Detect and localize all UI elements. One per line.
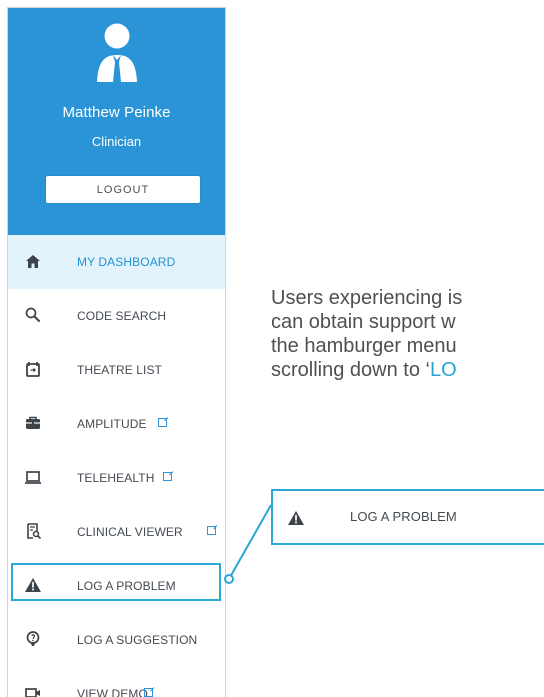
search-icon [25, 307, 40, 322]
sidebar-item-clinical-viewer[interactable]: CLINICAL VIEWER [8, 505, 225, 559]
sidebar-item-amplitude[interactable]: AMPLITUDE [8, 397, 225, 451]
user-name: Matthew Peinke [62, 104, 171, 121]
sidebar-item-label: LOG A SUGGESTION [77, 633, 198, 647]
sidebar-item-label: MY DASHBOARD [77, 255, 176, 269]
user-role: Clinician [91, 134, 142, 149]
sidebar-item-label: TELEHEALTH [77, 471, 155, 485]
instruction-line: Users experiencing is [271, 287, 463, 309]
external-link-icon [144, 688, 153, 697]
sidebar-item-log-suggestion[interactable]: LOG A SUGGESTION [8, 613, 225, 667]
log-problem-callout[interactable]: LOG A PROBLEM [271, 489, 544, 545]
warning-icon [288, 511, 304, 525]
profile-header: Matthew Peinke Clinician LOGOUT [8, 8, 225, 235]
sidebar-item-view-demo[interactable]: VIEW DEMO [8, 667, 225, 697]
home-icon [26, 255, 40, 268]
video-camera-icon [25, 688, 40, 697]
external-link-icon [158, 418, 167, 427]
instruction-line: can obtain support w [271, 311, 456, 333]
log-problem-link[interactable]: LO [430, 359, 457, 381]
user-avatar-icon [96, 23, 137, 82]
calendar-icon [26, 362, 40, 377]
sidebar-item-label: CODE SEARCH [77, 309, 167, 323]
external-link-icon [207, 526, 216, 535]
callout-label: LOG A PROBLEM [350, 509, 457, 524]
log-problem-highlight [11, 563, 221, 601]
help-screenshot: Matthew Peinke Clinician LOGOUT MY DASHB… [0, 0, 544, 697]
logout-button[interactable]: LOGOUT [46, 176, 200, 203]
sidebar-item-label: CLINICAL VIEWER [77, 525, 183, 539]
sidebar-item-label: VIEW DEMO [77, 687, 148, 697]
laptop-icon [25, 471, 41, 484]
sidebar-item-theatre-list[interactable]: THEATRE LIST [8, 343, 225, 397]
support-instructions: Users experiencing is can obtain support… [271, 286, 544, 396]
lightbulb-icon [26, 631, 40, 646]
instruction-line: scrolling down to ‘ [271, 359, 430, 381]
external-link-icon [163, 472, 172, 481]
document-search-icon [27, 523, 41, 539]
instruction-line: the hamburger menu [271, 335, 457, 357]
sidebar-item-code-search[interactable]: CODE SEARCH [8, 289, 225, 343]
sidebar-item-my-dashboard[interactable]: MY DASHBOARD [8, 235, 225, 289]
main-menu: MY DASHBOARD CODE SEARCH THEATRE LIST AM… [8, 235, 225, 697]
instruction-line-with-link: scrolling down to ‘LO [271, 358, 544, 382]
sidebar-item-label: AMPLITUDE [77, 417, 147, 431]
sidebar-item-label: THEATRE LIST [77, 363, 162, 377]
sidebar-item-telehealth[interactable]: TELEHEALTH [8, 451, 225, 505]
briefcase-icon [26, 416, 40, 429]
